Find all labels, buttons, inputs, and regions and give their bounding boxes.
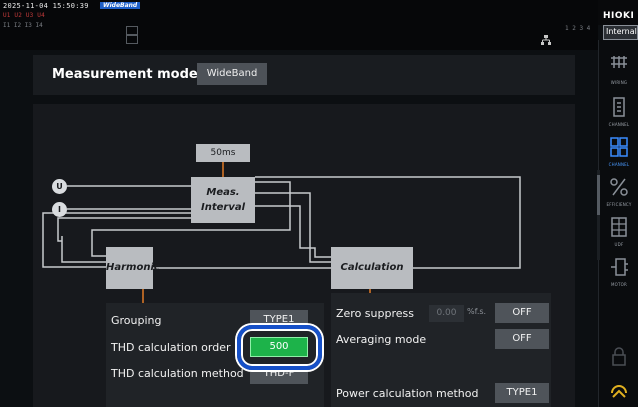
harmonic-block[interactable]: Harmonic: [106, 247, 160, 289]
averaging-mode-button[interactable]: OFF: [495, 329, 549, 349]
zero-suppress-field[interactable]: 0.00: [429, 305, 464, 322]
calculation-block[interactable]: Calculation: [331, 247, 413, 289]
grouping-label: Grouping: [111, 314, 162, 327]
interval-value-button[interactable]: 50ms: [196, 144, 250, 162]
zero-suppress-label: Zero suppress: [336, 307, 414, 320]
meas-interval-label: Meas.: [206, 187, 240, 198]
thd-order-label: THD calculation order: [111, 341, 231, 354]
highlight-ring: [237, 325, 322, 370]
thd-method-label: THD calculation method: [111, 367, 244, 380]
input-u-terminal: U: [52, 179, 67, 194]
power-method-label: Power calculation method: [336, 387, 479, 400]
screen: 2025-11-04 15:50:39 WideBand U1 U2 U3 U4…: [0, 0, 638, 407]
zero-suppress-button[interactable]: OFF: [495, 303, 549, 323]
input-i-terminal: I: [52, 202, 67, 217]
meas-interval-label: Interval: [200, 202, 246, 213]
meas-interval-block: Meas. Interval: [191, 177, 255, 223]
averaging-mode-label: Averaging mode: [336, 333, 427, 346]
power-method-button[interactable]: TYPE1: [495, 383, 549, 403]
zero-suppress-unit: %f.s.: [467, 307, 487, 316]
